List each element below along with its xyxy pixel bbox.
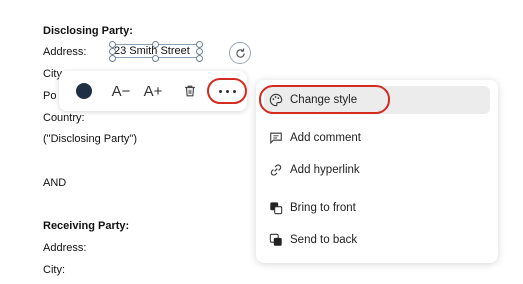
resize-handle-bottom-left[interactable] <box>109 55 116 62</box>
disclosing-party-heading: Disclosing Party: <box>43 25 133 37</box>
resize-handle-top[interactable] <box>152 41 159 48</box>
decrease-font-button[interactable]: A− <box>107 71 135 111</box>
resize-handle-top-right[interactable] <box>196 41 203 48</box>
comment-add-icon <box>268 130 284 146</box>
resize-handle-right[interactable] <box>196 48 203 55</box>
menu-item-add-comment[interactable]: Add comment <box>264 124 490 152</box>
menu-item-add-hyperlink[interactable]: Add hyperlink <box>264 156 490 184</box>
ellipsis-dot <box>232 89 236 93</box>
ellipsis-icon <box>218 89 222 93</box>
postal-label: Po <box>43 90 57 102</box>
rotate-button[interactable] <box>229 42 251 64</box>
delete-button[interactable] <box>177 71 203 111</box>
menu-item-bring-to-front[interactable]: Bring to front <box>264 194 490 222</box>
color-picker-button[interactable] <box>69 71 99 111</box>
menu-item-label: Add hyperlink <box>290 164 360 176</box>
send-back-icon <box>268 232 284 248</box>
link-icon <box>268 162 284 178</box>
trash-icon <box>185 85 195 97</box>
rotate-icon <box>235 47 245 58</box>
and-text: AND <box>43 177 67 189</box>
address-label-2: Address: <box>43 242 87 254</box>
menu-item-label: Bring to front <box>290 202 356 214</box>
country-label: Country: <box>43 112 85 124</box>
receiving-party-heading: Receiving Party: <box>43 220 130 232</box>
city-label-2: City: <box>43 264 65 276</box>
palette-icon <box>268 92 284 108</box>
menu-item-label: Add comment <box>290 132 361 144</box>
bring-front-icon <box>268 200 284 216</box>
more-options-button[interactable] <box>207 78 247 104</box>
ellipsis-dot <box>225 89 229 93</box>
resize-handle-left[interactable] <box>109 48 116 55</box>
menu-item-label: Send to back <box>290 234 358 246</box>
increase-font-button[interactable]: A+ <box>139 71 167 111</box>
resize-handle-bottom-right[interactable] <box>196 55 203 62</box>
menu-item-send-to-back[interactable]: Send to back <box>264 226 490 254</box>
more-options-menu: Change style Add comment Add hyperlink B… <box>256 80 498 263</box>
resize-handle-bottom[interactable] <box>152 55 159 62</box>
color-swatch-icon <box>76 83 92 99</box>
disclosing-party-quote: ("Disclosing Party") <box>43 133 137 145</box>
resize-handle-top-left[interactable] <box>109 41 116 48</box>
menu-item-change-style[interactable]: Change style <box>264 86 490 114</box>
address-label: Address: <box>43 46 87 58</box>
menu-item-label: Change style <box>290 94 358 106</box>
